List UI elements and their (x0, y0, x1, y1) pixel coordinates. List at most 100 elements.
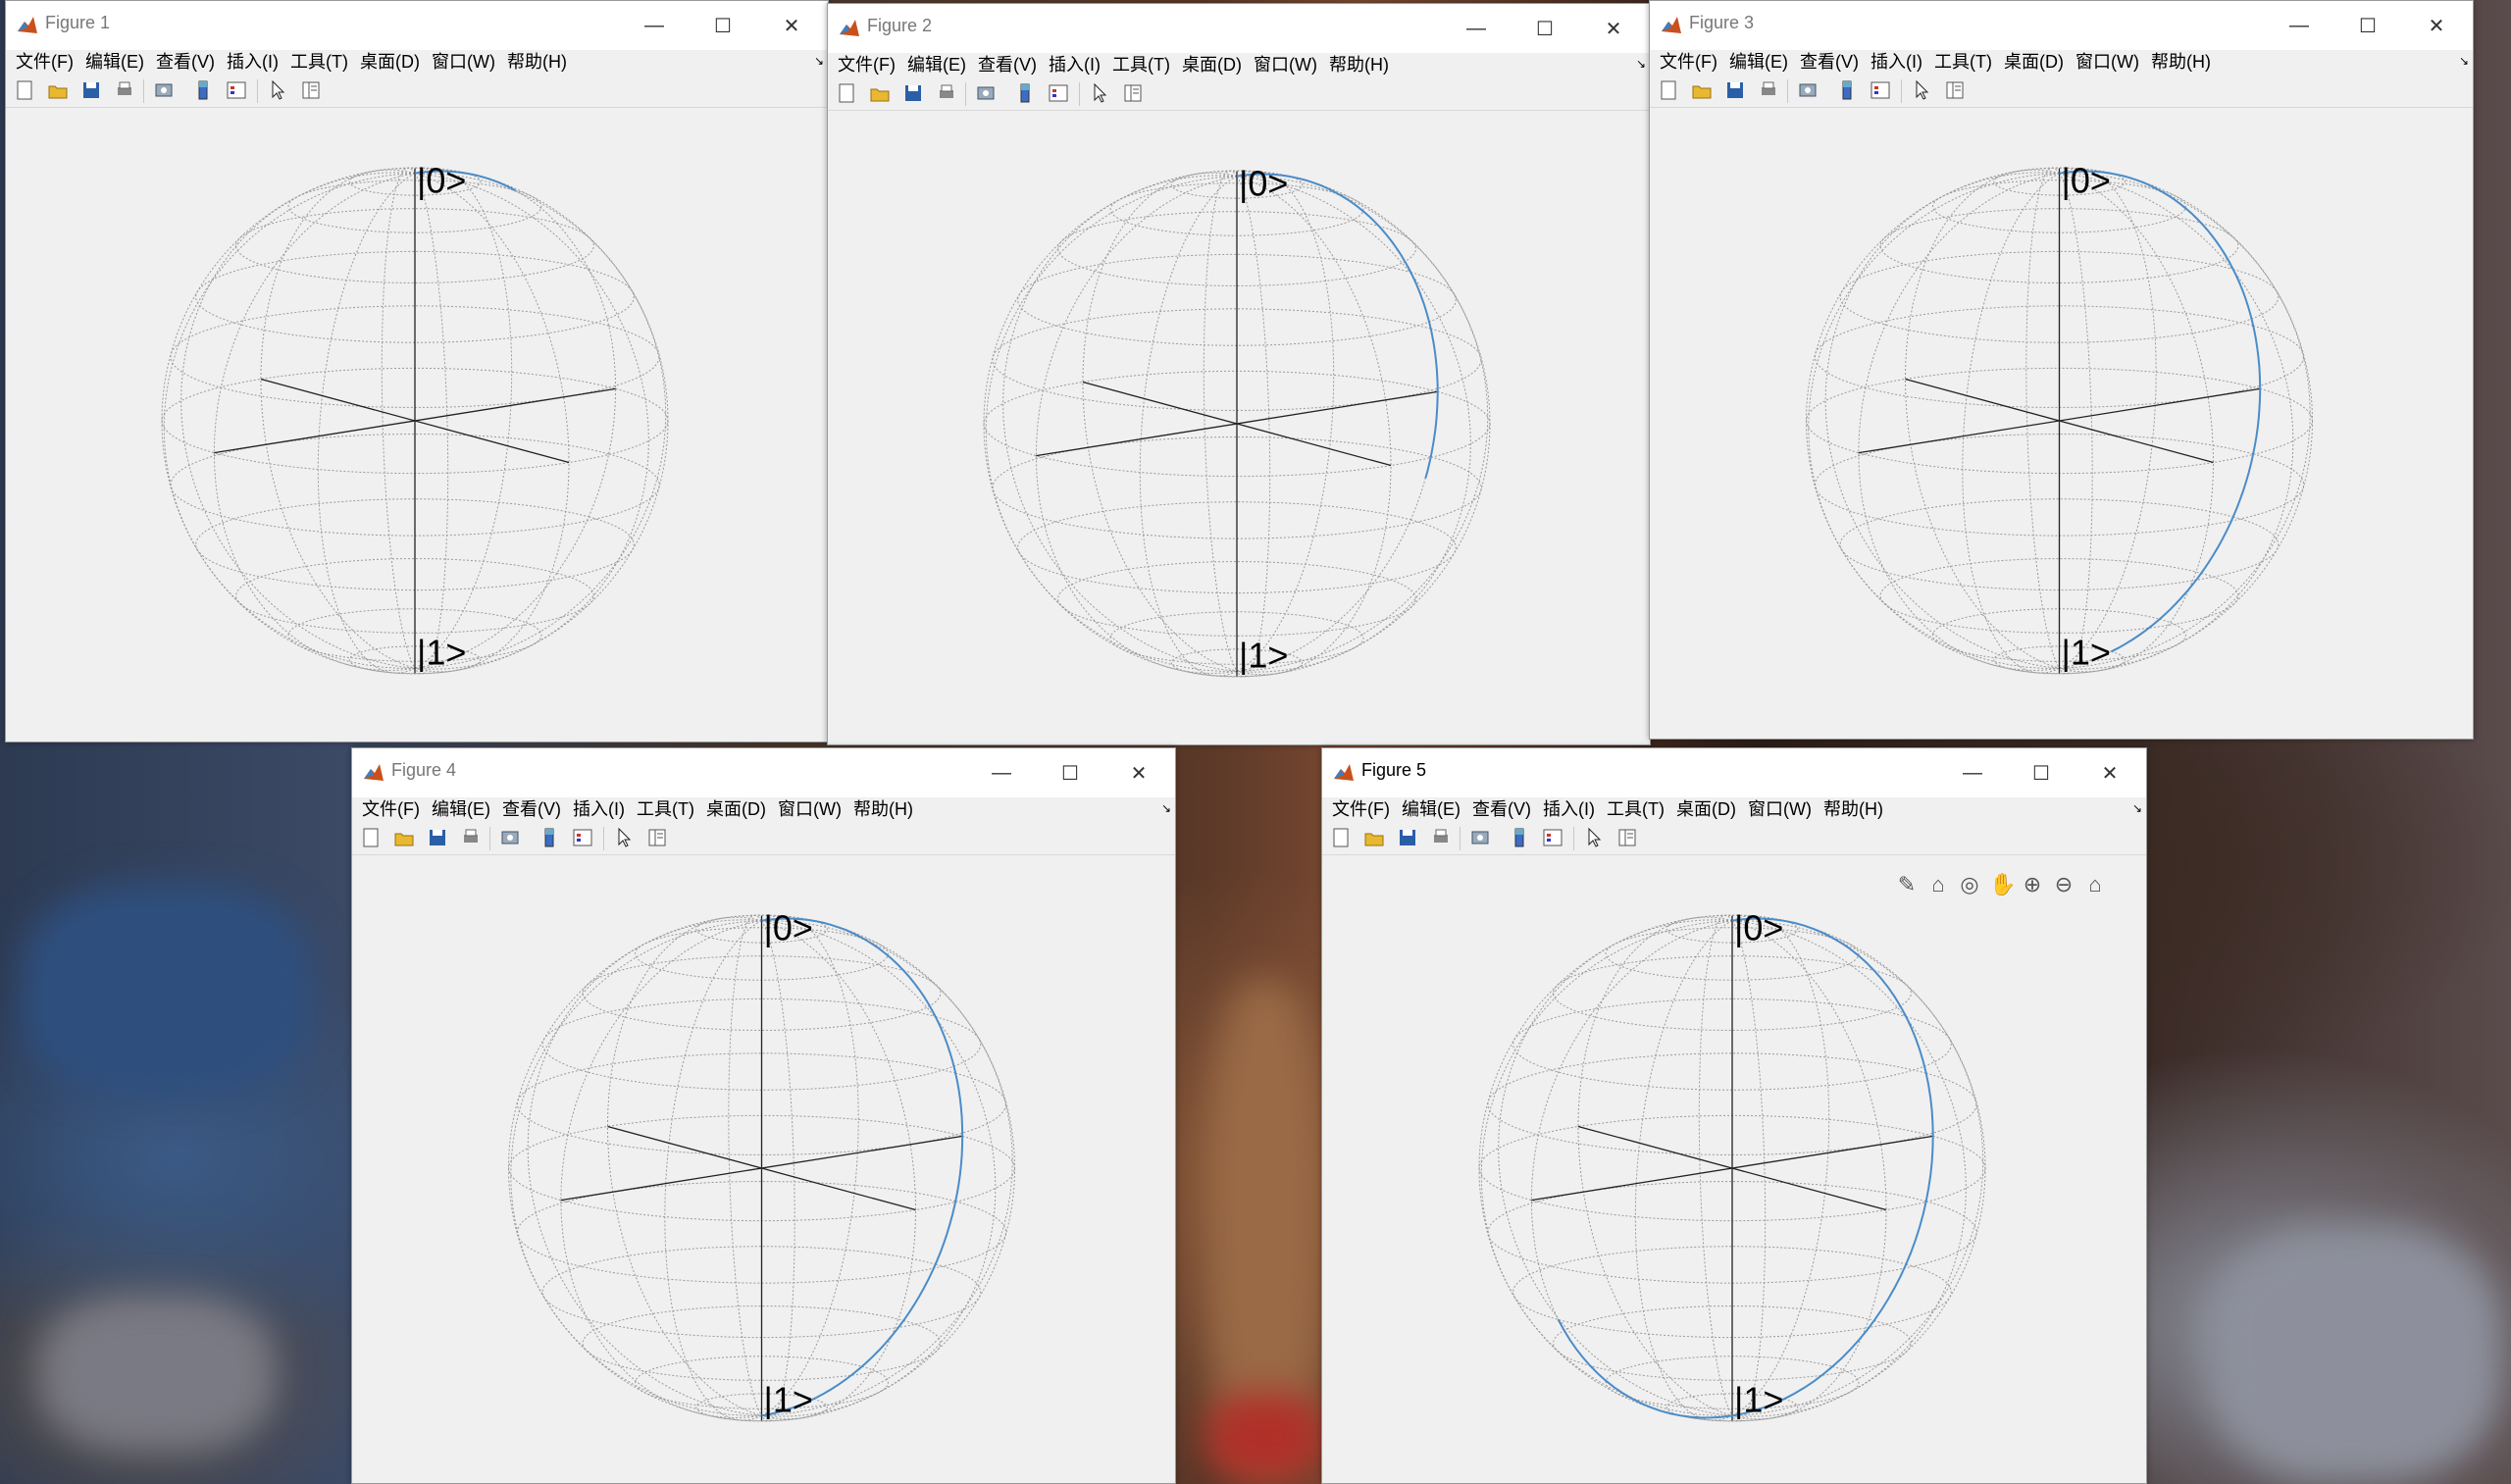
pointer-icon[interactable] (1583, 827, 1605, 848)
pan-icon[interactable]: ✋ (1989, 872, 2016, 897)
home-icon[interactable]: ⌂ (2083, 872, 2107, 897)
minimize-button[interactable]: — (620, 1, 689, 50)
print-preview-icon[interactable] (153, 79, 175, 101)
title-bar[interactable]: Figure 5 — ☐ ✕ (1322, 748, 2146, 797)
print-preview-icon[interactable] (975, 82, 997, 104)
rotate-icon[interactable]: ◎ (1958, 872, 1981, 897)
save-icon[interactable] (1724, 79, 1746, 101)
figure-window-5[interactable]: Figure 5 — ☐ ✕ 文件(F) 编辑(E) 查看(V) 插入(I) 工具(T)… (1321, 747, 2147, 1484)
menu-item[interactable]: 编辑(E) (1396, 797, 1466, 821)
print-icon[interactable] (1758, 79, 1779, 101)
maximize-button[interactable]: ☐ (689, 1, 757, 50)
pointer-icon[interactable] (613, 827, 635, 848)
open-file-icon[interactable] (1691, 79, 1713, 101)
menu-item[interactable]: 桌面(D) (1670, 797, 1742, 821)
figure-window-3[interactable]: Figure 3 — ☐ ✕ 文件(F) 编辑(E) 查看(V) 插入(I) 工具(T)… (1649, 0, 2474, 740)
menu-item[interactable]: 窗口(W) (1742, 797, 1818, 821)
menu-item[interactable]: 桌面(D) (1176, 53, 1248, 77)
maximize-button[interactable]: ☐ (2007, 748, 2075, 797)
menu-item[interactable]: 桌面(D) (354, 50, 426, 74)
save-icon[interactable] (427, 827, 448, 848)
open-file-icon[interactable] (1363, 827, 1385, 848)
title-bar[interactable]: Figure 2 — ☐ ✕ (828, 4, 1650, 53)
data-tips-icon[interactable]: ⌂ (1926, 872, 1950, 897)
bloch-sphere-plot[interactable]: |0> |1> (828, 112, 1650, 744)
menu-item[interactable]: 帮助(H) (1323, 53, 1395, 77)
menu-item[interactable]: 文件(F) (1654, 50, 1723, 74)
new-figure-icon[interactable] (360, 827, 382, 848)
menu-overflow-icon[interactable]: ↘ (2459, 54, 2469, 68)
menu-overflow-icon[interactable]: ↘ (814, 54, 824, 68)
open-file-icon[interactable] (47, 79, 69, 101)
menu-item[interactable]: 文件(F) (832, 53, 901, 77)
colorbar-icon[interactable] (1014, 82, 1036, 104)
legend-icon[interactable] (572, 827, 593, 848)
figure-window-4[interactable]: Figure 4 — ☐ ✕ 文件(F) 编辑(E) 查看(V) 插入(I) 工具(T)… (351, 747, 1176, 1484)
open-file-icon[interactable] (869, 82, 891, 104)
menu-item[interactable]: 桌面(D) (700, 797, 772, 821)
brush-icon[interactable]: ✎ (1895, 872, 1919, 897)
pointer-icon[interactable] (1911, 79, 1932, 101)
colorbar-icon[interactable] (1509, 827, 1530, 848)
save-icon[interactable] (1397, 827, 1418, 848)
print-icon[interactable] (114, 79, 135, 101)
menu-item[interactable]: 工具(T) (1601, 797, 1670, 821)
menu-item[interactable]: 文件(F) (10, 50, 79, 74)
menu-item[interactable]: 文件(F) (356, 797, 426, 821)
menu-item[interactable]: 工具(T) (284, 50, 354, 74)
maximize-button[interactable]: ☐ (2333, 1, 2402, 50)
title-bar[interactable]: Figure 1 — ☐ ✕ (6, 1, 828, 50)
menu-item[interactable]: 查看(V) (1794, 50, 1865, 74)
legend-icon[interactable] (1542, 827, 1563, 848)
new-figure-icon[interactable] (1330, 827, 1352, 848)
print-icon[interactable] (1430, 827, 1452, 848)
menu-item[interactable]: 查看(V) (496, 797, 567, 821)
legend-icon[interactable] (226, 79, 247, 101)
menu-item[interactable]: 编辑(E) (901, 53, 972, 77)
minimize-button[interactable]: — (1938, 748, 2007, 797)
menu-item[interactable]: 文件(F) (1326, 797, 1396, 821)
maximize-button[interactable]: ☐ (1511, 4, 1579, 53)
minimize-button[interactable]: — (967, 748, 1036, 797)
minimize-button[interactable]: — (2265, 1, 2333, 50)
new-figure-icon[interactable] (836, 82, 857, 104)
menu-overflow-icon[interactable]: ↘ (1161, 801, 1171, 815)
menu-item[interactable]: 工具(T) (631, 797, 700, 821)
close-button[interactable]: ✕ (757, 1, 826, 50)
new-figure-icon[interactable] (14, 79, 35, 101)
minimize-button[interactable]: — (1442, 4, 1511, 53)
menu-item[interactable]: 工具(T) (1928, 50, 1998, 74)
menu-item[interactable]: 插入(I) (221, 50, 284, 74)
title-bar[interactable]: Figure 3 — ☐ ✕ (1650, 1, 2473, 50)
property-inspector-icon[interactable] (646, 827, 668, 848)
legend-icon[interactable] (1048, 82, 1069, 104)
print-icon[interactable] (460, 827, 482, 848)
close-button[interactable]: ✕ (2075, 748, 2144, 797)
pointer-icon[interactable] (267, 79, 288, 101)
menu-item[interactable]: 插入(I) (1865, 50, 1928, 74)
menu-overflow-icon[interactable]: ↘ (2132, 801, 2142, 815)
figure-window-1[interactable]: Figure 1 — ☐ ✕ 文件(F) 编辑(E) 查看(V) 插入(I) 工具(T)… (5, 0, 829, 742)
colorbar-icon[interactable] (1836, 79, 1858, 101)
menu-item[interactable]: 桌面(D) (1998, 50, 2070, 74)
menu-item[interactable]: 帮助(H) (501, 50, 573, 74)
property-inspector-icon[interactable] (1616, 827, 1638, 848)
print-preview-icon[interactable] (1469, 827, 1491, 848)
menu-item[interactable]: 编辑(E) (79, 50, 150, 74)
menu-item[interactable]: 插入(I) (567, 797, 631, 821)
figure-window-2[interactable]: Figure 2 — ☐ ✕ 文件(F) 编辑(E) 查看(V) 插入(I) 工具(T)… (827, 3, 1651, 745)
print-icon[interactable] (936, 82, 957, 104)
print-preview-icon[interactable] (499, 827, 521, 848)
property-inspector-icon[interactable] (300, 79, 322, 101)
new-figure-icon[interactable] (1658, 79, 1679, 101)
title-bar[interactable]: Figure 4 — ☐ ✕ (352, 748, 1175, 797)
zoom-out-icon[interactable]: ⊖ (2052, 872, 2075, 897)
menu-item[interactable]: 工具(T) (1106, 53, 1176, 77)
property-inspector-icon[interactable] (1122, 82, 1144, 104)
legend-icon[interactable] (1870, 79, 1891, 101)
pointer-icon[interactable] (1089, 82, 1110, 104)
menu-item[interactable]: 窗口(W) (1248, 53, 1323, 77)
colorbar-icon[interactable] (192, 79, 214, 101)
bloch-sphere-plot[interactable]: |0> |1> (352, 856, 1175, 1483)
bloch-sphere-plot[interactable]: |0> |1> (1322, 856, 2146, 1483)
